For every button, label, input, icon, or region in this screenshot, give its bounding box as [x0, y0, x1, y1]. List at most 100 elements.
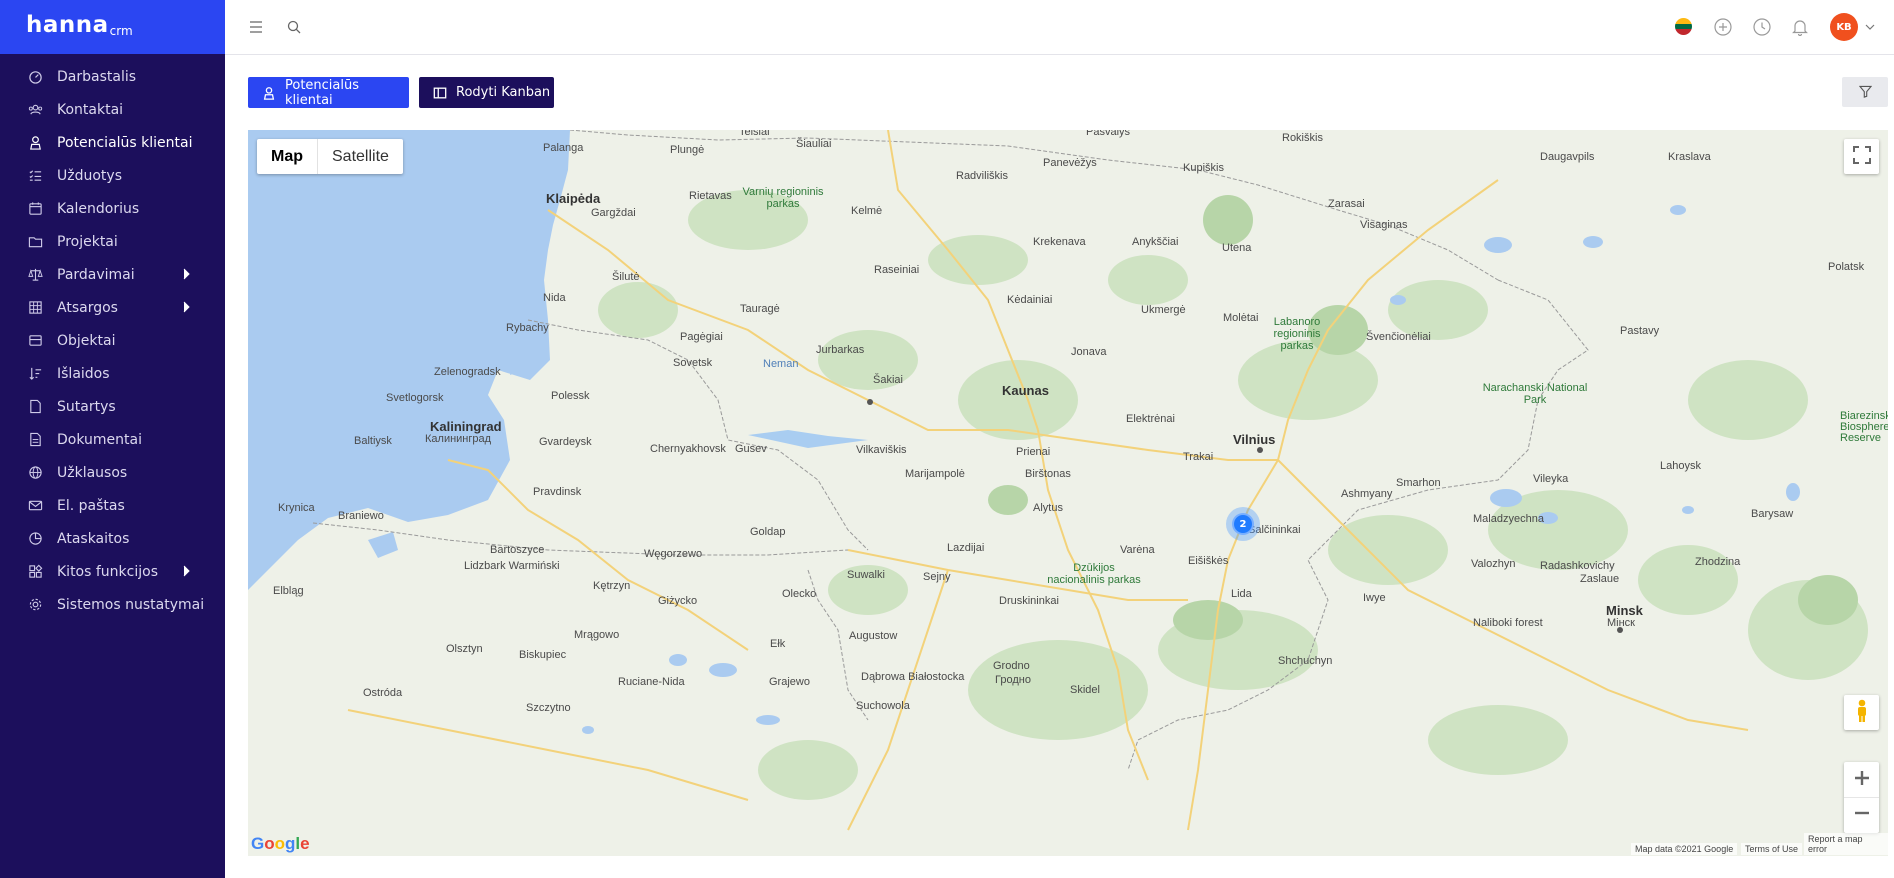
map-label-goldap: Goldap	[750, 526, 786, 538]
map-view[interactable]: Klaipėda Kaunas Vilnius Kaliningrad Кали…	[248, 130, 1888, 856]
sort-icon	[28, 366, 43, 381]
sidebar-item-ataskaitos[interactable]: Ataskaitos	[0, 522, 225, 555]
map-label-siauliai: Šiauliai	[796, 138, 832, 150]
map-label-visaginas: Visaginas	[1360, 219, 1408, 231]
map-label-grajewo: Grajewo	[769, 676, 810, 688]
sidebar-item-atsargos[interactable]: Atsargos	[0, 291, 225, 324]
map-label-rokiskis: Rokiškis	[1282, 132, 1323, 144]
map-label-klaipeda: Klaipėda	[546, 191, 601, 206]
map-label-lazdijai: Lazdijai	[947, 542, 985, 554]
sidebar-item-label: Darbastalis	[57, 68, 137, 85]
map-label-radashkovichy: Radashkovichy	[1540, 560, 1615, 572]
add-icon[interactable]	[1712, 16, 1734, 38]
clock-icon[interactable]	[1751, 16, 1773, 38]
brand-logo[interactable]: hanna crm	[0, 0, 225, 54]
zoom-out-button[interactable]	[1844, 798, 1879, 833]
plus-icon	[1854, 770, 1870, 790]
terms-link[interactable]: Terms of Use	[1741, 843, 1803, 855]
map-label-gvardeysk: Gvardeysk	[539, 436, 592, 448]
search-icon[interactable]	[283, 16, 305, 38]
marker-cluster[interactable]: 2	[1226, 507, 1260, 541]
map-label-kedainiai: Kėdainiai	[1007, 294, 1053, 306]
map-label-marijampole: Marijampolė	[905, 468, 965, 480]
sidebar-item-uzklausos[interactable]: Užklausos	[0, 456, 225, 489]
scale-icon	[28, 267, 43, 282]
map-label-wegorzewo: Węgorzewo	[644, 548, 703, 560]
map-label-elk: Ełk	[770, 638, 786, 650]
map-type-satellite-button[interactable]: Satellite	[318, 139, 403, 174]
map-label-sakiai: Šakiai	[873, 374, 903, 386]
kanban-button[interactable]: Rodyti Kanban	[419, 77, 554, 108]
map-label-svencioneliai: Švenčionėliai	[1366, 331, 1431, 343]
map-label-suchowola: Suchowola	[856, 700, 910, 712]
map-label-svetlogorsk: Svetlogorsk	[386, 392, 444, 404]
user-avatar[interactable]: KB	[1830, 13, 1858, 41]
google-logo: Google	[251, 834, 310, 853]
map-label-elektrenai: Elektrėnai	[1126, 413, 1175, 425]
sidebar-item-objektai[interactable]: Objektai	[0, 324, 225, 357]
sidebar-item-dokumentai[interactable]: Dokumentai	[0, 423, 225, 456]
map-label-lahoysk: Lahoysk	[1660, 460, 1701, 472]
map-label-ashmyany: Ashmyany	[1341, 488, 1393, 500]
map-label-rietavas: Rietavas	[689, 190, 732, 202]
sidebar-item-kitos-funkcijos[interactable]: Kitos funkcijos	[0, 555, 225, 588]
map-type-map-button[interactable]: Map	[257, 139, 318, 174]
chevron-down-icon[interactable]	[1863, 16, 1877, 38]
sidebar-item-islaidos[interactable]: Išlaidos	[0, 357, 225, 390]
sidebar-item-label: El. paštas	[57, 497, 125, 514]
map-label-biarezinski: Biarezinski Biosphere Reserve	[1840, 410, 1888, 444]
marker-cluster-count: 2	[1232, 513, 1254, 535]
sidebar-item-label: Potencialūs klientai	[57, 134, 193, 151]
filter-button[interactable]	[1842, 77, 1888, 107]
map-label-taurage: Tauragė	[740, 303, 780, 315]
map-label-vilkaviskis: Vilkaviškis	[856, 444, 907, 456]
dashboard-icon	[28, 69, 43, 84]
sidebar: hanna crm Darbastalis Kontaktai Potencia…	[0, 0, 225, 878]
map-label-vileyka: Vileyka	[1533, 473, 1569, 485]
map-label-palanga: Palanga	[543, 142, 584, 154]
leads-button[interactable]: Potencialūs klientai	[248, 77, 409, 108]
sidebar-item-kontaktai[interactable]: Kontaktai	[0, 93, 225, 126]
sidebar-item-darbastalis[interactable]: Darbastalis	[0, 60, 225, 93]
calendar-icon	[28, 201, 43, 216]
map-label-chernyakhovsk: Chernyakhovsk	[650, 443, 726, 455]
kanban-icon	[433, 86, 447, 100]
map-label-biskupiec: Biskupiec	[519, 649, 567, 661]
report-error-link[interactable]: Report a map error	[1804, 833, 1888, 855]
language-flag-icon[interactable]	[1675, 18, 1692, 35]
map-label-krasnoslav: Kraslava	[1668, 151, 1711, 163]
map-label-sovetsk: Sovetsk	[673, 357, 713, 369]
map-label-barysaw: Barysaw	[1751, 508, 1794, 520]
map-label-grodno-ru: Гродно	[995, 674, 1031, 686]
tasks-icon	[28, 168, 43, 183]
sidebar-item-pardavimai[interactable]: Pardavimai	[0, 258, 225, 291]
map-label-utena: Utena	[1222, 242, 1252, 254]
sidebar-item-sistemos-nustatymai[interactable]: Sistemos nustatymai	[0, 588, 225, 621]
map-label-narachanski: Narachanski National Park	[1482, 382, 1588, 406]
sidebar-item-uzduotys[interactable]: Užduotys	[0, 159, 225, 192]
map-label-bartoszyce: Bartoszyce	[490, 544, 545, 556]
map-label-daugavpils: Daugavpils	[1540, 151, 1595, 163]
sidebar-item-potencialus-klientai[interactable]: Potencialūs klientai	[0, 126, 225, 159]
map-label-alytus: Alytus	[1033, 502, 1063, 514]
sidebar-item-projektai[interactable]: Projektai	[0, 225, 225, 258]
sidebar-item-el-pastas[interactable]: El. paštas	[0, 489, 225, 522]
map-label-smorgon: Smarhon	[1396, 477, 1441, 489]
brand-suffix: crm	[109, 24, 133, 38]
widgets-icon	[28, 564, 43, 579]
map-label-gizycko: Giżycko	[658, 595, 698, 607]
map-label-zhodino: Zhodzina	[1695, 556, 1741, 568]
map-label-krekenava: Krekenava	[1033, 236, 1086, 248]
document-icon	[28, 432, 43, 447]
globe-icon	[28, 465, 43, 480]
chevron-right-icon	[183, 301, 190, 313]
map-label-plunge: Plungė	[670, 144, 705, 156]
fullscreen-button[interactable]	[1844, 139, 1879, 174]
zoom-in-button[interactable]	[1844, 763, 1879, 798]
street-view-button[interactable]	[1844, 695, 1879, 730]
sidebar-item-sutartys[interactable]: Sutartys	[0, 390, 225, 423]
box-icon	[28, 333, 43, 348]
menu-icon[interactable]	[245, 16, 267, 38]
bell-icon[interactable]	[1789, 16, 1811, 38]
sidebar-item-kalendorius[interactable]: Kalendorius	[0, 192, 225, 225]
